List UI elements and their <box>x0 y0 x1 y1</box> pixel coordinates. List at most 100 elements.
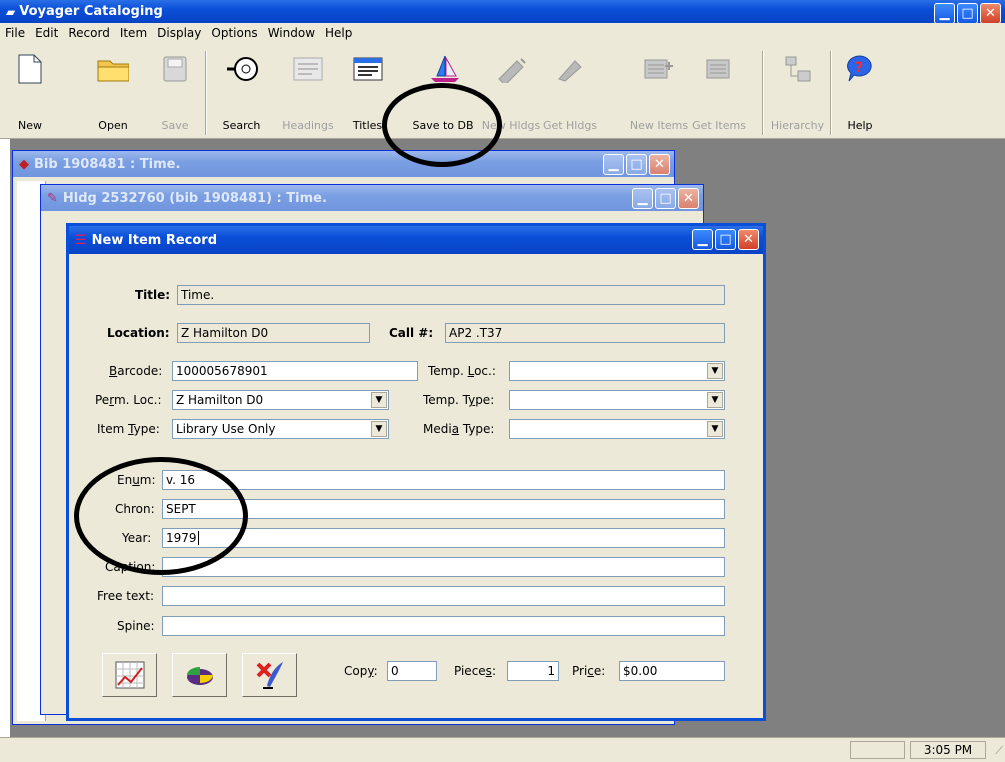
get-holdings-button[interactable]: Get Hldgs <box>537 47 603 139</box>
item-close-button[interactable]: ✕ <box>738 229 759 250</box>
temp-type-select[interactable]: ▼ <box>509 390 725 410</box>
bib-window-title-bar[interactable]: ◆ Bib 1908481 : Time. ▁ □ ✕ <box>13 151 674 177</box>
toolbar-separator <box>205 51 207 135</box>
toolbar-separator <box>762 51 764 135</box>
menu-record[interactable]: Record <box>63 26 114 40</box>
barcode-input[interactable]: 100005678901 <box>172 361 418 381</box>
get-items-button[interactable]: Get Items <box>692 47 746 139</box>
pieces-label: Pieces: <box>454 664 496 678</box>
enum-input[interactable]: v. 16 <box>162 470 725 490</box>
resize-grip-icon[interactable]: ⟋ <box>995 744 1003 758</box>
save-button[interactable]: Save <box>155 47 195 139</box>
copy-label: Copy: <box>344 664 378 678</box>
year-input[interactable]: 1979 <box>162 528 725 548</box>
app-close-button[interactable]: ✕ <box>980 3 1001 24</box>
spine-input[interactable] <box>162 616 725 636</box>
item-record-icon: ☰ <box>75 232 87 248</box>
pie-chart-icon <box>186 667 213 685</box>
status-clock: 3:05 PM <box>910 741 986 759</box>
search-button[interactable]: Search <box>214 47 269 139</box>
toolbar: New Open Save Search Headings Titles Sav… <box>0 43 1005 139</box>
chevron-down-icon[interactable]: ▼ <box>371 421 387 437</box>
call-number-field: AP2 .T37 <box>445 323 725 343</box>
hierarchy-icon <box>782 53 814 85</box>
media-type-select[interactable]: ▼ <box>509 419 725 439</box>
spine-label: Spine: <box>117 619 155 633</box>
app-title-bar: ▰ Voyager Cataloging ▁ □ ✕ <box>0 0 1005 24</box>
menu-edit[interactable]: Edit <box>30 26 63 40</box>
bib-minimize-button[interactable]: ▁ <box>603 154 624 175</box>
help-icon: ? <box>844 53 876 85</box>
price-input[interactable]: $0.00 <box>619 661 725 681</box>
annotation-circle-enum-chron-year <box>74 457 248 575</box>
save-to-db-sailboat-icon <box>427 53 459 85</box>
chevron-down-icon[interactable]: ▼ <box>707 421 723 437</box>
new-holdings-icon <box>495 53 527 85</box>
menu-file[interactable]: File <box>0 26 30 40</box>
media-type-label: Media Type: <box>423 422 495 436</box>
title-label: Title: <box>135 288 171 302</box>
headings-icon <box>292 53 324 85</box>
line-chart-icon <box>115 661 144 689</box>
open-folder-icon <box>97 53 129 85</box>
bib-window-title: Bib 1908481 : Time. <box>34 156 181 172</box>
holdings-minimize-button[interactable]: ▁ <box>632 188 653 209</box>
bib-maximize-button[interactable]: □ <box>626 154 647 175</box>
delete-signature-button[interactable] <box>242 653 297 697</box>
toolbar-separator <box>830 51 832 135</box>
save-disk-icon <box>159 53 191 85</box>
call-number-label: Call #: <box>389 326 434 340</box>
app-maximize-button[interactable]: □ <box>957 3 978 24</box>
new-item-window-title: New Item Record <box>91 232 218 248</box>
menu-bar: File Edit Record Item Display Options Wi… <box>0 23 1005 43</box>
app-minimize-button[interactable]: ▁ <box>934 3 955 24</box>
red-x-quill-icon <box>256 662 283 689</box>
menu-display[interactable]: Display <box>152 26 206 40</box>
copy-input[interactable]: 0 <box>387 661 437 681</box>
caption-input[interactable] <box>162 557 725 577</box>
pie-chart-button[interactable] <box>172 653 227 697</box>
bib-close-button[interactable]: ✕ <box>649 154 670 175</box>
barcode-label: Barcode: <box>109 364 163 378</box>
bib-record-icon: ◆ <box>19 156 29 172</box>
get-items-icon <box>703 53 735 85</box>
status-pane <box>850 741 905 759</box>
headings-button[interactable]: Headings <box>278 47 338 139</box>
chevron-down-icon[interactable]: ▼ <box>707 392 723 408</box>
item-type-label: Item Type: <box>97 422 160 436</box>
hierarchy-button[interactable]: Hierarchy <box>770 47 825 139</box>
menu-help[interactable]: Help <box>320 26 357 40</box>
holdings-window-title-bar[interactable]: ✎ Hldg 2532760 (bib 1908481) : Time. ▁ □ ✕ <box>41 185 703 211</box>
location-field: Z Hamilton D0 <box>177 323 370 343</box>
menu-window[interactable]: Window <box>263 26 320 40</box>
titles-icon <box>352 53 384 85</box>
statistics-chart-button[interactable] <box>102 653 157 697</box>
get-holdings-icon <box>554 53 586 85</box>
holdings-window-title: Hldg 2532760 (bib 1908481) : Time. <box>62 190 327 206</box>
annotation-circle-save-to-db <box>382 83 502 167</box>
open-button[interactable]: Open <box>88 47 138 139</box>
free-text-input[interactable] <box>162 586 725 606</box>
item-minimize-button[interactable]: ▁ <box>692 229 713 250</box>
holdings-close-button[interactable]: ✕ <box>678 188 699 209</box>
menu-options[interactable]: Options <box>206 26 262 40</box>
new-item-window-title-bar[interactable]: ☰ New Item Record ▁ □ ✕ <box>69 226 763 254</box>
temp-loc-select[interactable]: ▼ <box>509 361 725 381</box>
free-text-label: Free text: <box>97 589 155 603</box>
chevron-down-icon[interactable]: ▼ <box>707 363 723 379</box>
location-label: Location: <box>107 326 170 340</box>
perm-loc-select[interactable]: Z Hamilton D0 ▼ <box>172 390 389 410</box>
status-bar: 3:05 PM ⟋ <box>0 737 1005 762</box>
new-items-button[interactable]: New Items <box>629 47 689 139</box>
new-button[interactable]: New <box>10 47 50 139</box>
new-items-icon <box>643 53 675 85</box>
help-button[interactable]: ? Help <box>840 47 880 139</box>
menu-item[interactable]: Item <box>115 26 152 40</box>
item-maximize-button[interactable]: □ <box>715 229 736 250</box>
pieces-input[interactable]: 1 <box>507 661 559 681</box>
chevron-down-icon[interactable]: ▼ <box>371 392 387 408</box>
item-type-select[interactable]: Library Use Only ▼ <box>172 419 389 439</box>
search-icon <box>226 53 258 85</box>
holdings-maximize-button[interactable]: □ <box>655 188 676 209</box>
temp-type-label: Temp. Type: <box>423 393 495 407</box>
